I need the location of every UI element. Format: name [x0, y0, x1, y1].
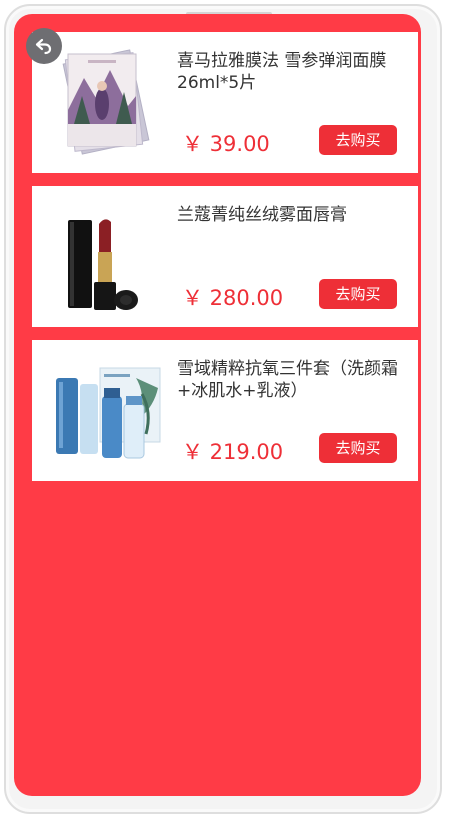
back-arrow-icon [35, 38, 52, 55]
lipstick-product-image [42, 194, 170, 319]
product-title[interactable]: 兰蔻菁纯丝绒雾面唇膏 [177, 204, 405, 226]
app-screen: 喜马拉雅膜法 雪参弹润面膜26ml*5片 ￥ 39.00 去购买 兰蔻菁纯丝绒雾… [14, 14, 421, 796]
buy-button[interactable]: 去购买 [319, 279, 397, 309]
face-mask-product-image [42, 40, 170, 165]
back-button[interactable] [26, 28, 62, 64]
product-card[interactable]: 兰蔻菁纯丝绒雾面唇膏 ￥ 280.00 去购买 [32, 186, 418, 327]
product-price: ￥ 219.00 [182, 440, 284, 464]
product-price: ￥ 280.00 [182, 286, 284, 310]
product-price: ￥ 39.00 [182, 132, 270, 156]
skincare-set-product-image [42, 348, 170, 473]
product-title[interactable]: 雪域精粹抗氧三件套（洗颜霜+冰肌水+乳液） [177, 358, 405, 402]
product-title[interactable]: 喜马拉雅膜法 雪参弹润面膜26ml*5片 [177, 50, 405, 94]
product-card[interactable]: 喜马拉雅膜法 雪参弹润面膜26ml*5片 ￥ 39.00 去购买 [32, 32, 418, 173]
product-card[interactable]: 雪域精粹抗氧三件套（洗颜霜+冰肌水+乳液） ￥ 219.00 去购买 [32, 340, 418, 481]
buy-button[interactable]: 去购买 [319, 125, 397, 155]
buy-button[interactable]: 去购买 [319, 433, 397, 463]
